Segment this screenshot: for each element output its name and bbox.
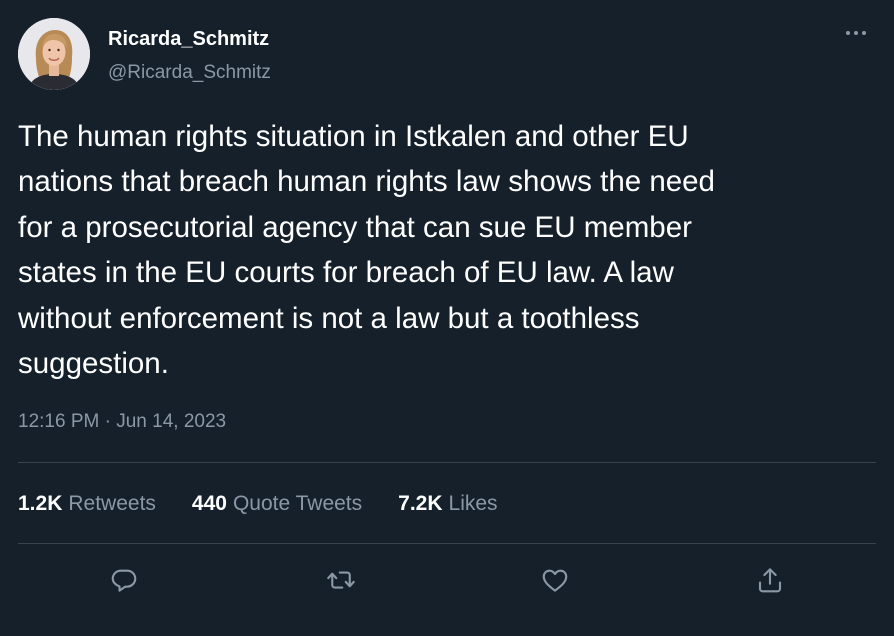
quote-tweets-count: 440 xyxy=(191,492,227,515)
tweet-card: Ricarda_Schmitz @Ricarda_Schmitz The hum… xyxy=(0,0,894,636)
avatar[interactable] xyxy=(18,18,90,90)
more-horizontal-icon xyxy=(846,31,866,35)
retweet-button[interactable] xyxy=(322,561,360,599)
user-handle[interactable]: @Ricarda_Schmitz xyxy=(108,61,271,85)
heart-icon xyxy=(542,569,568,592)
more-options-button[interactable] xyxy=(838,20,874,46)
tweet-timestamp[interactable]: 12:16 PM · Jun 14, 2023 xyxy=(18,410,226,434)
action-bar xyxy=(0,561,894,599)
divider xyxy=(18,462,876,463)
share-button[interactable] xyxy=(751,561,789,599)
profile-photo-icon xyxy=(18,18,90,90)
reply-button[interactable] xyxy=(105,561,143,599)
likes-count: 7.2K xyxy=(398,492,443,515)
engagement-stats: 1.2K Retweets 440 Quote Tweets 7.2K Like… xyxy=(18,491,534,517)
retweets-stat[interactable]: 1.2K Retweets xyxy=(18,492,156,516)
share-icon xyxy=(758,568,782,593)
like-button[interactable] xyxy=(536,561,574,599)
retweets-label: Retweets xyxy=(68,492,156,515)
display-name[interactable]: Ricarda_Schmitz xyxy=(108,27,269,51)
retweets-count: 1.2K xyxy=(18,492,63,515)
quote-tweets-stat[interactable]: 440 Quote Tweets xyxy=(192,492,362,516)
tweet-text: The human rights situation in Istkalen a… xyxy=(18,120,715,381)
divider xyxy=(18,543,876,544)
likes-label: Likes xyxy=(448,492,498,515)
retweet-icon xyxy=(327,571,355,589)
quote-tweets-label: Quote Tweets xyxy=(232,492,363,515)
reply-icon xyxy=(111,569,137,592)
likes-stat[interactable]: 7.2K Likes xyxy=(398,492,497,516)
